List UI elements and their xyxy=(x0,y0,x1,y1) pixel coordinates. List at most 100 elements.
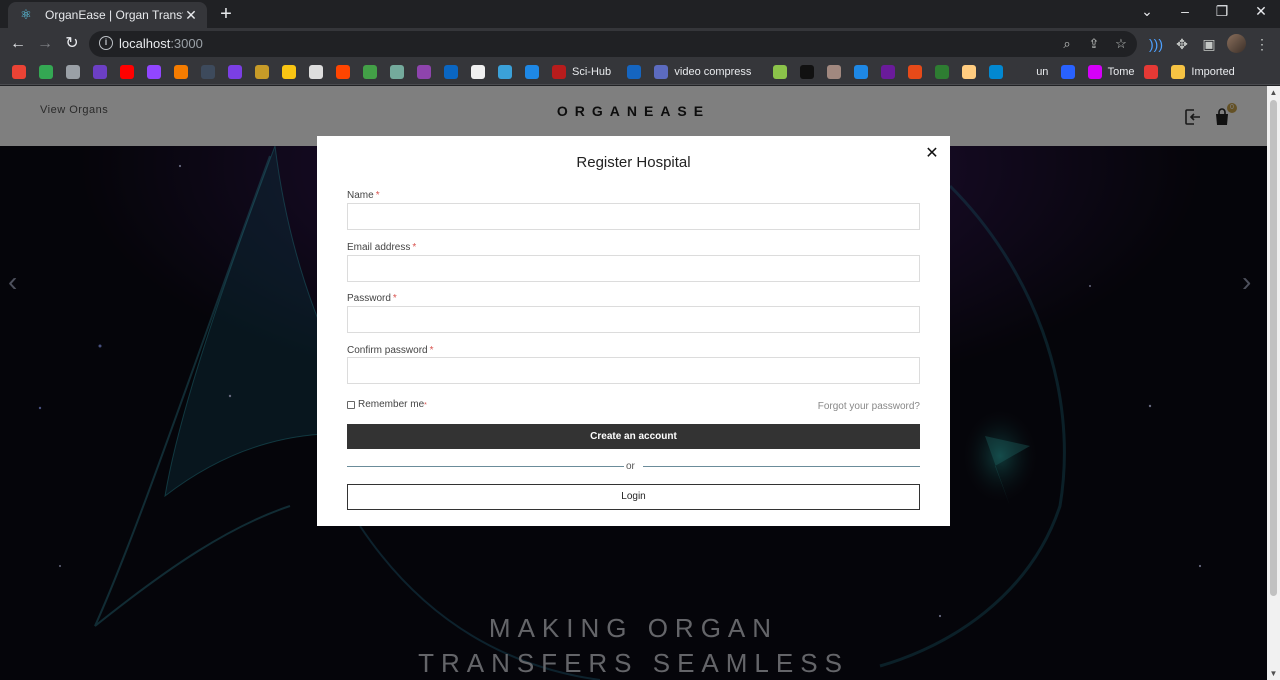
bookmark-item[interactable] xyxy=(908,63,923,81)
bookmark-item[interactable] xyxy=(39,63,53,81)
url-port: :3000 xyxy=(170,36,203,51)
browser-menu-icon[interactable]: ⋮ xyxy=(1252,34,1272,54)
bookmark-favicon-icon xyxy=(627,65,642,79)
bookmark-item[interactable]: video compress xyxy=(654,63,751,81)
bookmark-favicon-icon xyxy=(773,65,788,79)
bookmark-item[interactable]: Imported xyxy=(1171,63,1235,81)
bookmark-item[interactable] xyxy=(525,63,539,81)
bookmark-item[interactable] xyxy=(120,63,134,81)
back-button[interactable]: ← xyxy=(8,34,28,54)
bookmark-favicon-icon xyxy=(1016,65,1031,79)
bookmark-item[interactable] xyxy=(363,63,377,81)
bookmark-item[interactable] xyxy=(147,63,161,81)
name-label: Name * xyxy=(347,190,380,201)
bookmark-item[interactable] xyxy=(989,63,1004,81)
zoom-icon[interactable]: ⌕ xyxy=(1058,35,1076,53)
create-account-button[interactable]: Create an account xyxy=(347,424,920,449)
bookmark-item[interactable] xyxy=(471,63,485,81)
new-tab-button[interactable]: + xyxy=(216,4,236,24)
email-field[interactable] xyxy=(347,255,920,282)
bookmark-item[interactable] xyxy=(1144,63,1159,81)
bookmark-item[interactable] xyxy=(498,63,512,81)
confirm-password-field[interactable] xyxy=(347,357,920,384)
tab-search-icon[interactable]: ⌄ xyxy=(1137,3,1157,20)
bookmark-item[interactable] xyxy=(255,63,269,81)
bookmark-favicon-icon xyxy=(1087,65,1102,79)
forgot-password-link[interactable]: Forgot your password? xyxy=(757,401,920,412)
bookmark-item[interactable] xyxy=(417,63,431,81)
scroll-down-arrow[interactable]: ▼ xyxy=(1269,669,1278,678)
remember-me-text: Remember me xyxy=(358,399,425,410)
bookmark-label: Tome xyxy=(1107,66,1135,78)
bookmark-item[interactable]: un xyxy=(1016,63,1048,81)
bookmark-favicon-icon xyxy=(309,65,323,79)
address-url[interactable]: localhost:3000 xyxy=(119,36,203,51)
name-field[interactable] xyxy=(347,203,920,230)
minimize-button[interactable]: – xyxy=(1175,3,1195,19)
bookmark-item[interactable] xyxy=(228,63,242,81)
bookmark-item[interactable] xyxy=(854,63,869,81)
site-info-icon[interactable]: i xyxy=(99,36,113,50)
bookmark-item[interactable] xyxy=(336,63,350,81)
bookmark-item[interactable] xyxy=(12,63,26,81)
bookmark-favicon-icon xyxy=(12,65,26,79)
bookmark-favicon-icon xyxy=(881,65,896,79)
divider-line-left xyxy=(347,466,624,467)
remember-me-checkbox[interactable] xyxy=(347,400,355,409)
share-icon[interactable]: ⇪ xyxy=(1085,35,1103,53)
bookmark-item[interactable] xyxy=(174,63,188,81)
bookmark-favicon-icon xyxy=(800,65,815,79)
bookmark-item[interactable] xyxy=(93,63,107,81)
bookmark-item[interactable] xyxy=(444,63,458,81)
bookmark-item[interactable] xyxy=(66,63,80,81)
bookmark-favicon-icon xyxy=(228,65,242,79)
close-icon[interactable]: ✕ xyxy=(923,145,941,163)
url-host: localhost xyxy=(119,36,171,51)
bookmark-item[interactable]: Tome xyxy=(1087,63,1135,81)
bookmark-favicon-icon xyxy=(174,65,188,79)
bookmark-favicon-icon xyxy=(1171,65,1186,79)
scroll-thumb[interactable] xyxy=(1270,100,1277,596)
bookmark-item[interactable] xyxy=(881,63,896,81)
login-button[interactable]: Login xyxy=(347,484,920,510)
bookmark-item[interactable] xyxy=(282,63,296,81)
side-panel-icon[interactable]: ▣ xyxy=(1199,34,1219,54)
extension-read-aloud-icon[interactable]: ))) xyxy=(1146,34,1166,54)
scroll-up-arrow[interactable]: ▲ xyxy=(1269,88,1278,97)
bookmark-item[interactable] xyxy=(800,63,815,81)
bookmark-favicon-icon xyxy=(935,65,950,79)
forward-button[interactable]: → xyxy=(35,34,55,54)
divider-or-text: or xyxy=(626,461,635,472)
bookmark-star-icon[interactable]: ☆ xyxy=(1112,35,1130,53)
bookmark-item[interactable] xyxy=(201,63,215,81)
browser-tab[interactable]: ⚛ OrganEase | Organ Transfer ✕ xyxy=(8,2,207,28)
bookmark-item[interactable]: Sci-Hub xyxy=(552,63,611,81)
browser-toolbar: ← → ↻ i localhost:3000 ⌕ ⇪ ☆ ))) ✥ ▣ ⋮ xyxy=(0,28,1280,59)
extensions-puzzle-icon[interactable]: ✥ xyxy=(1172,34,1192,54)
bookmark-item[interactable] xyxy=(827,63,842,81)
bookmark-item[interactable] xyxy=(390,63,404,81)
password-field[interactable] xyxy=(347,306,920,333)
maximize-button[interactable]: ❐ xyxy=(1212,3,1232,20)
window-close-button[interactable]: ✕ xyxy=(1251,3,1271,20)
bookmark-item[interactable] xyxy=(627,63,642,81)
address-bar[interactable]: i localhost:3000 ⌕ ⇪ ☆ xyxy=(89,31,1137,57)
react-icon: ⚛ xyxy=(20,7,32,22)
bookmark-favicon-icon xyxy=(39,65,53,79)
bookmark-favicon-icon xyxy=(282,65,296,79)
tab-close-icon[interactable]: ✕ xyxy=(183,7,199,24)
bookmark-favicon-icon xyxy=(471,65,485,79)
bookmark-favicon-icon xyxy=(444,65,458,79)
profile-avatar[interactable] xyxy=(1227,34,1246,53)
bookmark-item[interactable] xyxy=(935,63,950,81)
reload-button[interactable]: ↻ xyxy=(62,34,82,54)
bookmark-favicon-icon xyxy=(93,65,107,79)
bookmark-item[interactable] xyxy=(773,63,788,81)
bookmark-item[interactable] xyxy=(1060,63,1075,81)
required-mark: * xyxy=(412,242,417,253)
bookmark-item[interactable] xyxy=(309,63,323,81)
remember-me-row[interactable]: Remember me* xyxy=(347,399,427,410)
bookmark-item[interactable] xyxy=(962,63,977,81)
confirm-password-label: Confirm password * xyxy=(347,345,434,356)
page-scrollbar[interactable]: ▲ ▼ xyxy=(1267,86,1280,680)
